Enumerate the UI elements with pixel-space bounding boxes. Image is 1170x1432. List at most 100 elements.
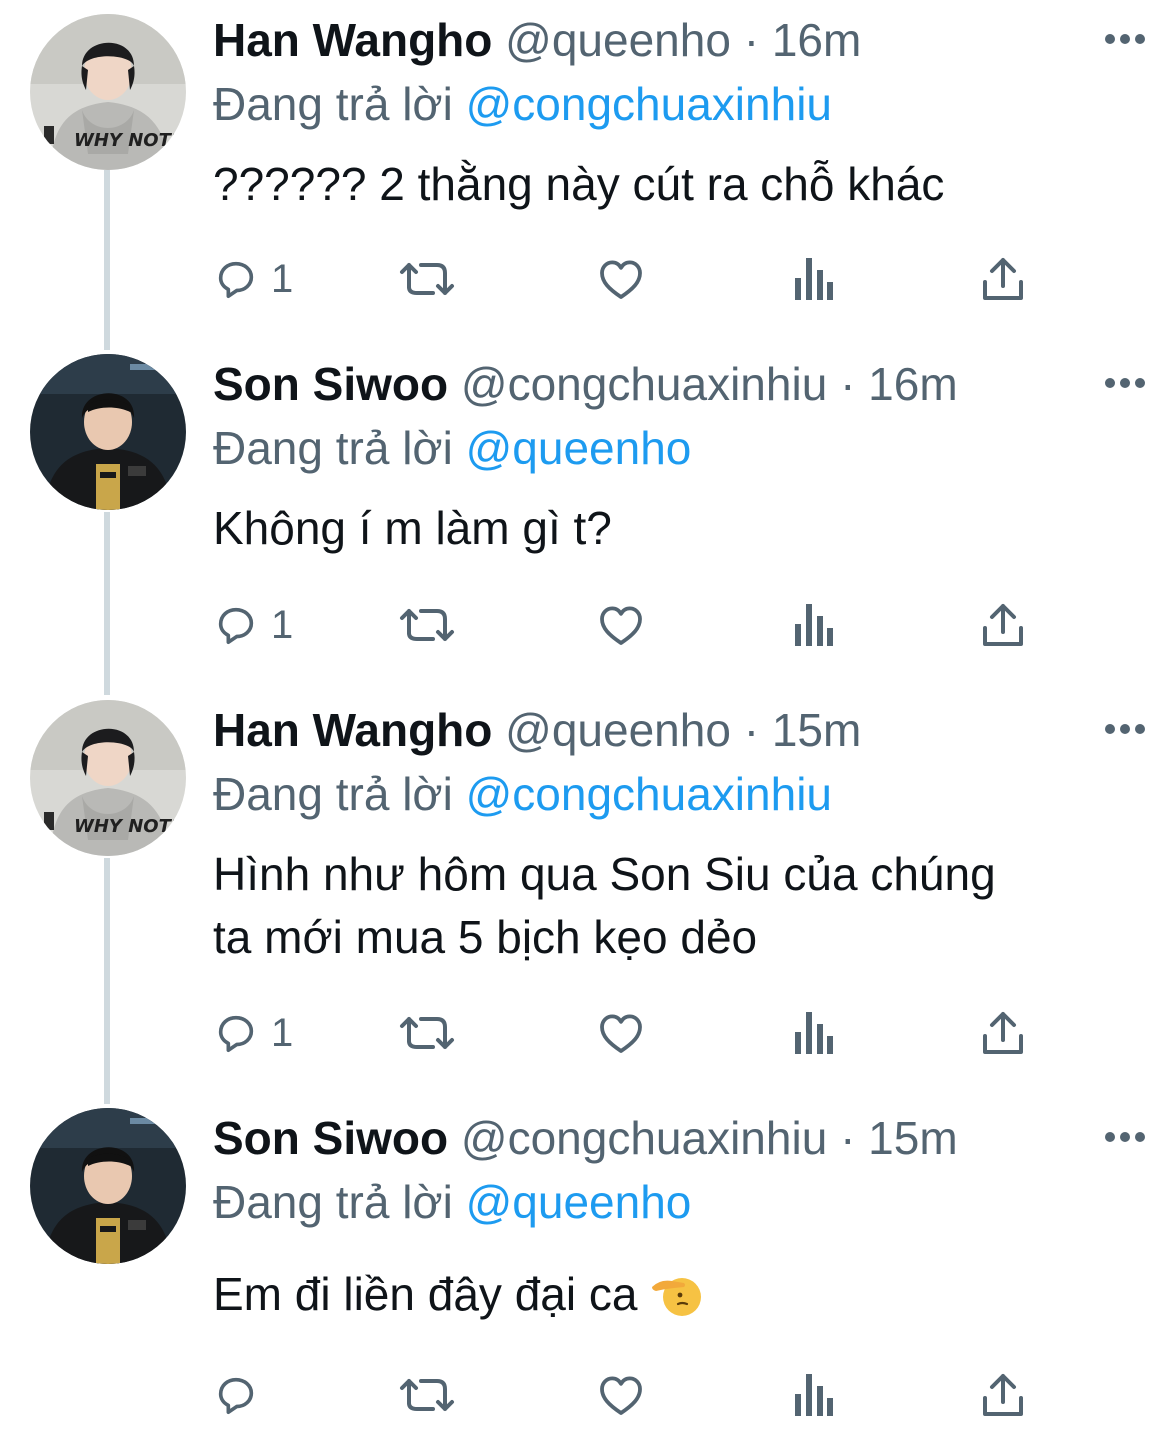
- tweet-text: Không í m làm gì t?: [213, 497, 1143, 560]
- reply-to-handle[interactable]: @congchuaxinhiu: [466, 768, 832, 820]
- like-button[interactable]: [597, 600, 645, 650]
- tweet-text-line: Em đi liền đây đại ca: [213, 1263, 1143, 1326]
- replying-to: Đang trả lời @congchuaxinhiu: [213, 762, 832, 826]
- user-handle[interactable]: @queenho: [505, 14, 731, 66]
- tweet-text-line: Không í m làm gì t?: [213, 502, 612, 554]
- heart-icon: [600, 606, 642, 645]
- replying-to-label: Đang trả lời: [213, 422, 453, 474]
- share-button[interactable]: [981, 254, 1025, 304]
- reply-to-handle[interactable]: @queenho: [466, 422, 692, 474]
- display-name[interactable]: Son Siwoo: [213, 358, 448, 410]
- analytics-icon: [795, 258, 833, 300]
- views-button[interactable]: [793, 1370, 833, 1420]
- display-name[interactable]: Han Wangho: [213, 704, 492, 756]
- retweet-icon: [400, 1017, 454, 1049]
- heart-icon: [600, 1014, 642, 1053]
- like-button[interactable]: [597, 1008, 645, 1058]
- display-name[interactable]: Han Wangho: [213, 14, 492, 66]
- tweet-text: Em đi liền đây đại ca: [213, 1263, 1143, 1326]
- more-options-icon[interactable]: [1104, 32, 1146, 46]
- views-button[interactable]: [793, 1008, 833, 1058]
- share-icon: [983, 604, 1023, 646]
- analytics-icon: [795, 1012, 833, 1054]
- views-button[interactable]: [793, 600, 833, 650]
- share-button[interactable]: [981, 1370, 1025, 1420]
- retweet-button[interactable]: [399, 1370, 455, 1420]
- user-handle[interactable]: @queenho: [505, 704, 731, 756]
- reply-button[interactable]: 1: [213, 254, 293, 304]
- avatar[interactable]: WHY NOT?!: [30, 14, 186, 170]
- replying-to: Đang trả lời @congchuaxinhiu: [213, 72, 832, 136]
- avatar-hoodie-photo: WHY NOT?!: [30, 14, 186, 170]
- tweet-actions: 1: [213, 254, 1043, 304]
- like-button[interactable]: [597, 1370, 645, 1420]
- heart-icon: [600, 260, 642, 299]
- share-icon: [983, 1012, 1023, 1054]
- retweet-button[interactable]: [399, 600, 455, 650]
- tweet-text: Hình như hôm qua Son Siu của chúng ta mớ…: [213, 843, 1143, 969]
- display-name[interactable]: Son Siwoo: [213, 1112, 448, 1164]
- tweet-text-content: Em đi liền đây đại ca: [213, 1268, 638, 1320]
- analytics-icon: [795, 604, 833, 646]
- like-button[interactable]: [597, 254, 645, 304]
- avatar-hoodie-photo: WHY NOT?!: [30, 700, 186, 856]
- reply-to-handle[interactable]: @congchuaxinhiu: [466, 78, 832, 130]
- tweet-text-line: ?????? 2 thằng này cút ra chỗ khác: [213, 158, 945, 210]
- reply-icon: [218, 261, 254, 299]
- reply-button[interactable]: 1: [213, 600, 293, 650]
- tweet[interactable]: WHY NOT?! Han Wangho @queenho · 16m Đang…: [0, 8, 1170, 328]
- replying-to: Đang trả lời @queenho: [213, 1170, 691, 1234]
- separator-dot: ·: [743, 14, 760, 66]
- replying-to-label: Đang trả lời: [213, 78, 453, 130]
- replying-to-label: Đang trả lời: [213, 768, 453, 820]
- tweet-text-line: ta mới mua 5 bịch kẹo dẻo: [213, 911, 758, 963]
- retweet-icon: [400, 263, 454, 295]
- views-button[interactable]: [793, 254, 833, 304]
- share-icon: [983, 258, 1023, 300]
- tweet[interactable]: Son Siwoo @congchuaxinhiu · 16m Đang trả…: [0, 352, 1170, 672]
- reply-thread: WHY NOT?! Han Wangho @queenho · 16m Đang…: [0, 0, 1170, 1432]
- timestamp[interactable]: 16m: [772, 14, 861, 66]
- tweet[interactable]: WHY NOT?! Han Wangho @queenho · 15m Đang…: [0, 698, 1170, 1078]
- avatar[interactable]: [30, 1108, 186, 1264]
- avatar[interactable]: WHY NOT?!: [30, 700, 186, 856]
- reply-count: 1: [271, 257, 294, 301]
- user-handle[interactable]: @congchuaxinhiu: [461, 358, 827, 410]
- heart-icon: [600, 1376, 642, 1415]
- tweet-actions: [213, 1370, 1043, 1420]
- avatar[interactable]: [30, 354, 186, 510]
- share-button[interactable]: [981, 600, 1025, 650]
- replying-to-label: Đang trả lời: [213, 1176, 453, 1228]
- reply-count: 1: [271, 1011, 294, 1055]
- tweet-header: Han Wangho @queenho · 16m: [213, 8, 1150, 72]
- retweet-icon: [400, 1379, 454, 1411]
- retweet-button[interactable]: [399, 1008, 455, 1058]
- tweet-actions: 1: [213, 600, 1043, 650]
- reply-icon: [218, 607, 254, 645]
- reply-button[interactable]: [213, 1370, 271, 1420]
- reply-to-handle[interactable]: @queenho: [466, 1176, 692, 1228]
- avatar-jersey-photo: [30, 354, 186, 510]
- more-options-icon[interactable]: [1104, 376, 1146, 390]
- user-handle[interactable]: @congchuaxinhiu: [461, 1112, 827, 1164]
- more-options-icon[interactable]: [1104, 1130, 1146, 1144]
- retweet-button[interactable]: [399, 254, 455, 304]
- tweet-text-line: Hình như hôm qua Son Siu của chúng: [213, 848, 996, 900]
- reply-button[interactable]: 1: [213, 1008, 293, 1058]
- more-options-icon[interactable]: [1104, 722, 1146, 736]
- reply-count: 1: [271, 603, 294, 647]
- tweet[interactable]: Son Siwoo @congchuaxinhiu · 15m Đang trả…: [0, 1106, 1170, 1432]
- tweet-actions: 1: [213, 1008, 1043, 1058]
- separator-dot: ·: [840, 1112, 856, 1164]
- share-button[interactable]: [981, 1008, 1025, 1058]
- replying-to: Đang trả lời @queenho: [213, 416, 691, 480]
- tweet-header: Han Wangho @queenho · 15m: [213, 698, 1150, 762]
- retweet-icon: [400, 609, 454, 641]
- timestamp[interactable]: 15m: [868, 1112, 957, 1164]
- timestamp[interactable]: 16m: [868, 358, 957, 410]
- saluting-face-icon: [650, 1270, 702, 1316]
- analytics-icon: [795, 1374, 833, 1416]
- avatar-jersey-photo: [30, 1108, 186, 1264]
- timestamp[interactable]: 15m: [772, 704, 861, 756]
- separator-dot: ·: [743, 704, 760, 756]
